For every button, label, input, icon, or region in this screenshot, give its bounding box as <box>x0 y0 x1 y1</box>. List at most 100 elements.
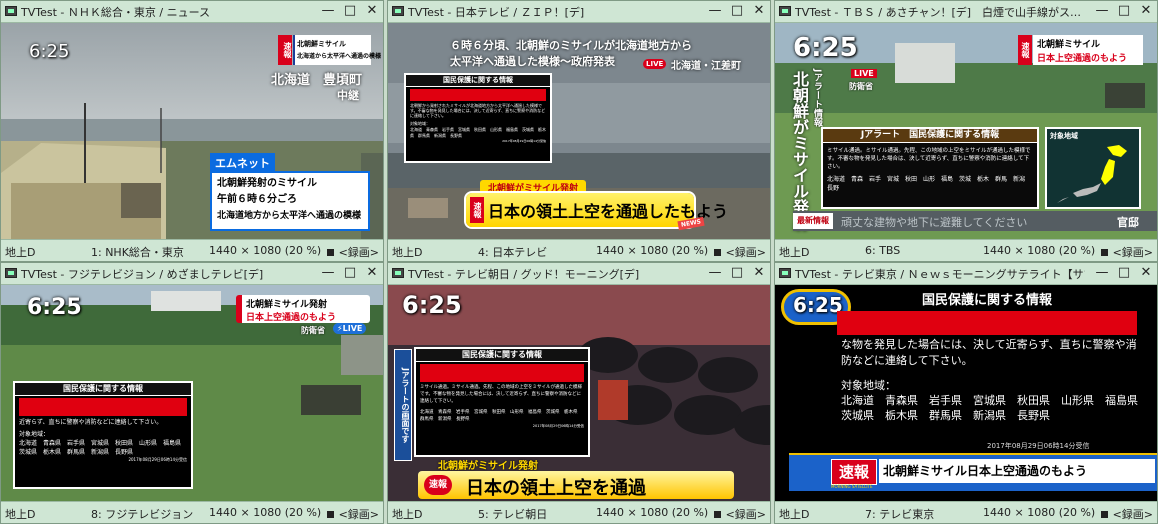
status-resolution: 1440 × 1080 (20 %) <box>209 506 322 519</box>
jalert-red-band <box>410 89 546 101</box>
close-icon[interactable]: ✕ <box>752 3 766 19</box>
headline-box: 北朝鮮ミサイル 北海道から太平洋へ通過の模様 <box>293 35 381 65</box>
alert-message-line-3: 北海道地方から太平洋へ通過の模様 <box>217 211 362 221</box>
record-button[interactable]: <録画> <box>714 244 766 260</box>
tv-window-tbs[interactable]: TVTest - ＴＢＳ / あさチャン！[デ] 白煙で山手線がス… — □ ✕… <box>774 0 1158 262</box>
jalert-title: Jアラート 国民保護に関する情報 <box>823 129 1037 143</box>
tv-window-tvasahi[interactable]: TVTest - テレビ朝日 / グッド！モーニング[デ] — □ ✕ 6:25… <box>387 262 771 524</box>
status-resolution: 1440 × 1080 (20 %) <box>983 244 1096 257</box>
jalert-regions: 北海道 青森県 岩手県 宮城県 秋田県 山形県 福島県 茨城県 栃木県 群馬県 … <box>19 440 188 456</box>
clock-display: 6:25 <box>402 291 462 319</box>
status-channel: 1: NHK総合・東京 <box>91 246 184 259</box>
record-button[interactable]: <録画> <box>714 506 766 522</box>
ticker-tag: 最新情報 <box>793 213 833 229</box>
video-screen[interactable]: 6:25 国民保護に関する情報 な物を発見した場合には、決して近寄らず、直ちに警… <box>775 285 1157 503</box>
tvtest-app-icon <box>392 6 404 16</box>
maximize-icon[interactable]: □ <box>343 3 357 19</box>
maximize-icon[interactable]: □ <box>730 3 744 19</box>
minimize-icon[interactable]: — <box>1095 265 1109 281</box>
minimize-icon[interactable]: — <box>1095 3 1109 19</box>
jalert-title: 国民保護に関する情報 <box>15 383 191 396</box>
record-button[interactable]: <録画> <box>1101 506 1153 522</box>
status-channel: 8: フジテレビジョン <box>91 508 194 521</box>
record-button[interactable]: <録画> <box>327 506 379 522</box>
status-bar: 地上D 8: フジテレビジョン 1440 × 1080 (20 %) <録画> <box>1 501 383 523</box>
japan-map-image <box>1057 145 1127 203</box>
video-screen[interactable]: 6:25 速報 北朝鮮ミサイル 日本上空通過のもよう LIVE 防衛省 Jアラー… <box>775 23 1157 241</box>
status-source: 地上D <box>5 246 36 259</box>
tv-window-ntv[interactable]: TVTest - 日本テレビ / ＺＩＰ！[デ] — □ ✕ ６時６分頃、北朝鮮… <box>387 0 771 262</box>
tv-window-tvtokyo[interactable]: TVTest - テレビ東京 / Ｎｅｗｓモーニングサテライト【サマ… — □ … <box>774 262 1158 524</box>
status-source: 地上D <box>392 508 423 521</box>
jalert-red-band <box>420 364 584 382</box>
minimize-icon[interactable]: — <box>708 265 722 281</box>
close-icon[interactable]: ✕ <box>365 3 379 19</box>
headline-line-2: 日本上空通過のもよう <box>1037 54 1128 64</box>
status-bar: 地上D 6: TBS 1440 × 1080 (20 %) <録画> <box>775 239 1157 261</box>
breaking-banner-sub: MORNING SATELLITE <box>831 484 873 489</box>
close-icon[interactable]: ✕ <box>1139 265 1153 281</box>
alert-message-line-2: 午前６時６分ごろ <box>217 194 297 205</box>
maximize-icon[interactable]: □ <box>1117 265 1131 281</box>
tvtest-app-icon <box>779 268 791 278</box>
minimize-icon[interactable]: — <box>321 265 335 281</box>
title-bar[interactable]: TVTest - ＴＢＳ / あさチャン！[デ] 白煙で山手線がス… — □ ✕ <box>775 1 1157 23</box>
close-icon[interactable]: ✕ <box>752 265 766 281</box>
maximize-icon[interactable]: □ <box>343 265 357 281</box>
headline-box: 北朝鮮ミサイル発射 日本上空通過のもよう <box>236 295 370 323</box>
location-caption: 北海道 豊頃町 <box>271 73 363 88</box>
video-screen[interactable]: 6:25 北朝鮮ミサイル発射 日本上空通過のもよう 防衛省 ⚡LIVE 国民保護… <box>1 285 383 503</box>
main-banner-box: 速報 日本の領土上空を通過 <box>418 471 734 499</box>
jalert-text: ミサイル通過。ミサイル通過。先程、この地域の上空をミサイルが通過した模様です。不… <box>827 148 1031 170</box>
tvtest-app-icon <box>779 6 791 16</box>
title-bar[interactable]: TVTest - テレビ朝日 / グッド！モーニング[デ] — □ ✕ <box>388 263 770 285</box>
title-bar[interactable]: TVTest - フジテレビジョン / めざましテレビ[デ] — □ ✕ <box>1 263 383 285</box>
title-bar[interactable]: TVTest - テレビ東京 / Ｎｅｗｓモーニングサテライト【サマ… — □ … <box>775 263 1157 285</box>
top-caption-line-2: 太平洋へ通過した模様～政府発表 <box>450 55 615 68</box>
breaking-banner: 速報 北朝鮮ミサイル日本上空通過のもよう MORNING SATELLITE <box>789 453 1157 491</box>
close-icon[interactable]: ✕ <box>365 265 379 281</box>
alert-message-box: 北朝鮮発射のミサイル 午前６時６分ごろ 北海道地方から太平洋へ通過の模様 <box>210 171 370 231</box>
record-button[interactable]: <録画> <box>1101 244 1153 260</box>
jalert-regions: 北海道 青森県 岩手県 宮城県 秋田県 山形県 福島県 茨城県 栃木県 群馬県 … <box>841 394 1149 422</box>
jalert-regions: 北海道 青森 岩手 宮城 秋田 山形 福島 茨城 栃木 群馬 新潟 長野 <box>827 176 1032 192</box>
jalert-region-label: 対象地域： <box>841 379 896 392</box>
headline-box: 北朝鮮ミサイル 日本上空通過のもよう <box>1033 35 1143 65</box>
jalert-time: 2017年08月29日06時14分受信 <box>987 442 1090 450</box>
window-title: TVTest - テレビ朝日 / グッド！モーニング[デ] <box>408 268 640 281</box>
status-source: 地上D <box>779 508 810 521</box>
jalert-panel: 国民保護に関する情報 北朝鮮から発射されたミサイルが北海道地方から太平洋へ通過し… <box>404 73 552 163</box>
top-caption-line-1: ６時６分頃、北朝鮮のミサイルが北海道地方から <box>450 39 692 52</box>
record-button[interactable]: <録画> <box>327 244 379 260</box>
title-bar[interactable]: TVTest - ＮＨＫ総合・東京 / ニュース — □ ✕ <box>1 1 383 23</box>
video-screen[interactable]: ６時６分頃、北朝鮮のミサイルが北海道地方から 太平洋へ通過した模様～政府発表 L… <box>388 23 770 241</box>
clock-display: 6:25 <box>793 33 858 63</box>
headline-line-2: 日本上空通過のもよう <box>246 313 337 323</box>
breaking-badge: 速報 <box>1018 35 1032 65</box>
ticker-right-label: 官邸 <box>1117 216 1139 229</box>
minimize-icon[interactable]: — <box>708 3 722 19</box>
tv-window-fuji[interactable]: TVTest - フジテレビジョン / めざましテレビ[デ] — □ ✕ 6:2… <box>0 262 384 524</box>
jalert-time: 2017年08月29日06時14分受信 <box>532 424 584 428</box>
tv-window-nhk[interactable]: TVTest - ＮＨＫ総合・東京 / ニュース — □ ✕ 6:25 速報 北… <box>0 0 384 262</box>
jalert-panel: 国民保護に関する情報 近寄らず、直ちに警察や消防などに連絡して下さい。 対象地域… <box>13 381 193 489</box>
window-title: TVTest - 日本テレビ / ＺＩＰ！[デ] <box>408 6 585 19</box>
vertical-label: Jアラートの画面です <box>394 349 412 461</box>
status-resolution: 1440 × 1080 (20 %) <box>596 506 709 519</box>
minimize-icon[interactable]: — <box>321 3 335 19</box>
video-screen[interactable]: 6:25 速報 北朝鮮ミサイル 北海道から太平洋へ通過の模様 北海道 豊頃町 中… <box>1 23 383 241</box>
video-screen[interactable]: 6:25 Jアラートの画面です 国民保護に関する情報 ミサイル通過。ミサイル通過… <box>388 285 770 503</box>
close-icon[interactable]: ✕ <box>1139 3 1153 19</box>
breaking-badge: 速報 <box>470 197 484 223</box>
tvtest-app-icon <box>392 268 404 278</box>
status-resolution: 1440 × 1080 (20 %) <box>983 506 1096 519</box>
clock-display: 6:25 <box>27 295 82 320</box>
news-ticker: 最新情報 頑丈な建物や地下に避難してください 官邸 <box>793 211 1157 231</box>
status-resolution: 1440 × 1080 (20 %) <box>596 244 709 257</box>
breaking-banner-text: 北朝鮮ミサイル日本上空通過のもよう <box>879 459 1155 483</box>
title-bar[interactable]: TVTest - 日本テレビ / ＺＩＰ！[デ] — □ ✕ <box>388 1 770 23</box>
maximize-icon[interactable]: □ <box>1117 3 1131 19</box>
maximize-icon[interactable]: □ <box>730 265 744 281</box>
main-banner-text: 日本の領土上空を通過 <box>466 478 646 499</box>
live-badge: LIVE <box>851 69 877 78</box>
